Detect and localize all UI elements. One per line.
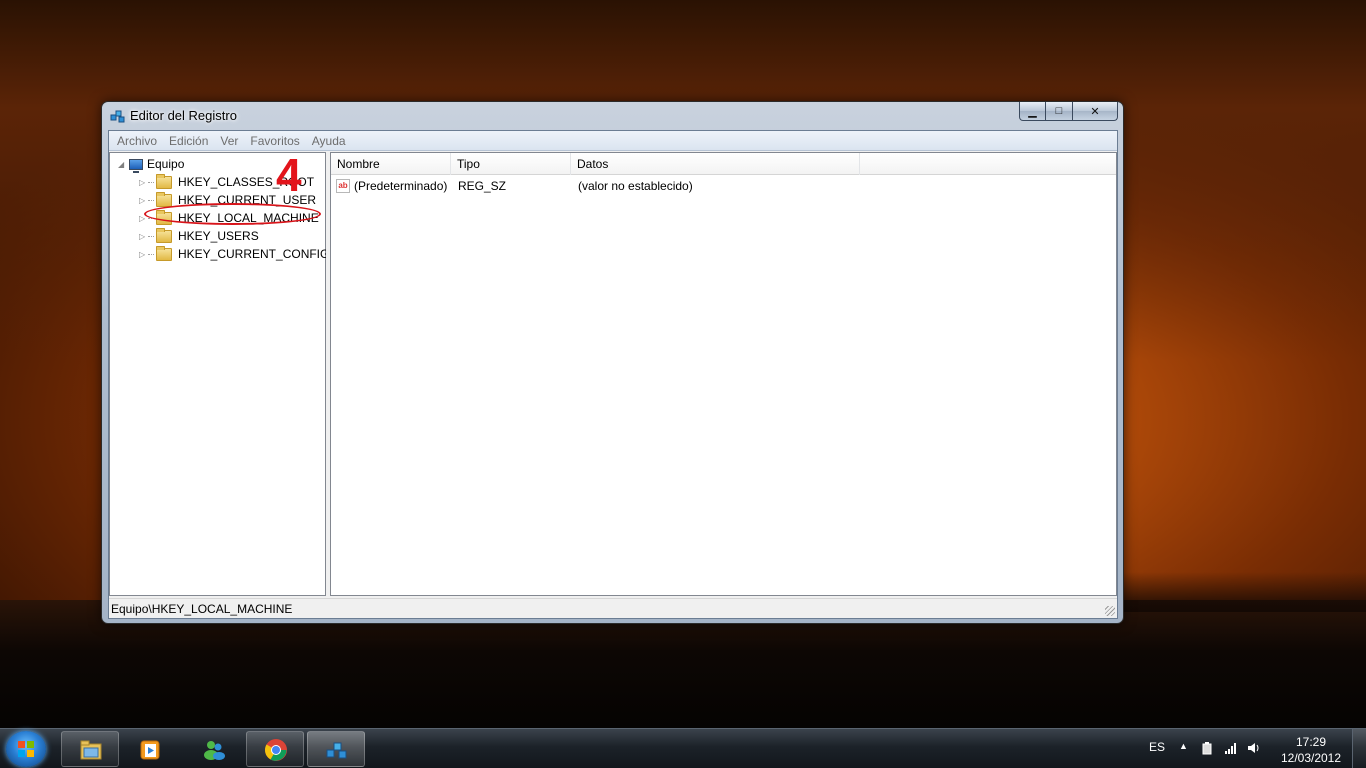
- expand-icon[interactable]: ▷: [139, 178, 148, 187]
- power-icon[interactable]: [1200, 741, 1214, 755]
- clock-time: 17:29: [1295, 735, 1327, 749]
- table-row[interactable]: ab (Predeterminado) REG_SZ (valor no est…: [331, 177, 1116, 195]
- folder-icon: [156, 245, 172, 261]
- computer-icon: [129, 158, 143, 173]
- maximize-button[interactable]: □: [1046, 102, 1073, 121]
- tree-item-label: HKEY_USERS: [178, 229, 259, 243]
- folder-icon: [156, 227, 172, 243]
- column-datos[interactable]: Datos: [571, 153, 860, 175]
- start-button[interactable]: [6, 731, 46, 767]
- window-controls: ▁ □ ✕: [1019, 102, 1118, 122]
- maximize-icon: □: [1055, 105, 1063, 117]
- close-button[interactable]: ✕: [1073, 102, 1118, 121]
- network-signal-icon[interactable]: [1224, 741, 1238, 755]
- menu-bar: Archivo Edición Ver Favoritos Ayuda: [109, 131, 1117, 151]
- show-hidden-icons-icon[interactable]: ▲: [1179, 741, 1188, 768]
- value-data: (valor no establecido): [578, 179, 693, 193]
- tree-item-label: Equipo: [147, 157, 185, 171]
- status-bar: Equipo\HKEY_LOCAL_MACHINE: [109, 598, 1117, 618]
- regedit-icon: [110, 110, 125, 123]
- close-icon: ✕: [1090, 105, 1100, 118]
- resize-grip-icon[interactable]: [1105, 606, 1115, 616]
- file-explorer-icon: [80, 740, 102, 760]
- menu-ver[interactable]: Ver: [214, 134, 244, 148]
- values-list[interactable]: Nombre Tipo Datos ab (Predeterminado) RE…: [330, 152, 1117, 596]
- clock-date: 12/03/2012: [1280, 751, 1342, 765]
- window-title: Editor del Registro: [130, 108, 237, 123]
- tree-connector: [148, 235, 154, 237]
- language-indicator[interactable]: ES: [1149, 740, 1165, 768]
- title-bar[interactable]: Editor del Registro ▁ □ ✕: [102, 102, 1123, 130]
- menu-archivo[interactable]: Archivo: [111, 134, 163, 148]
- column-tipo[interactable]: Tipo: [451, 153, 571, 175]
- regedit-icon: [326, 742, 347, 759]
- windows-logo-icon: [18, 741, 34, 757]
- volume-icon[interactable]: [1247, 741, 1261, 755]
- taskbar: ES ▲ 17:29 12/03/2012: [0, 728, 1366, 768]
- wallpaper-treeline: [1123, 572, 1366, 612]
- tree-connector: [148, 181, 154, 183]
- annotation-step-number: 4: [276, 149, 302, 201]
- annotation-highlight-oval: [144, 203, 321, 225]
- value-type: REG_SZ: [458, 179, 507, 193]
- menu-ayuda[interactable]: Ayuda: [306, 134, 352, 148]
- column-header: Nombre Tipo Datos: [331, 153, 1116, 175]
- taskbar-chrome[interactable]: [246, 731, 304, 767]
- media-player-icon: [140, 740, 160, 760]
- chrome-icon: [265, 739, 287, 761]
- tree-item-label: HKEY_CURRENT_CONFIG: [178, 247, 330, 261]
- tree-connector: [148, 253, 154, 255]
- folder-icon: [156, 173, 172, 189]
- collapse-icon[interactable]: ◢: [118, 160, 127, 169]
- tree-connector: [148, 199, 154, 201]
- registry-editor-window: Editor del Registro ▁ □ ✕ Archivo Edició…: [101, 101, 1124, 624]
- status-path: Equipo\HKEY_LOCAL_MACHINE: [111, 602, 293, 616]
- messenger-icon: [204, 741, 225, 760]
- menu-favoritos[interactable]: Favoritos: [244, 134, 305, 148]
- column-nombre[interactable]: Nombre: [331, 153, 451, 175]
- clock[interactable]: 17:29 12/03/2012: [1280, 734, 1342, 768]
- folder-icon: [156, 191, 172, 207]
- expand-icon[interactable]: ▷: [139, 232, 148, 241]
- taskbar-regedit[interactable]: [307, 731, 365, 767]
- taskbar-messenger[interactable]: [184, 731, 242, 767]
- tree-item-equipo[interactable]: ◢ Equipo: [118, 155, 184, 173]
- expand-icon[interactable]: ▷: [139, 196, 148, 205]
- minimize-icon: ▁: [1028, 105, 1037, 118]
- minimize-button[interactable]: ▁: [1019, 102, 1046, 121]
- string-value-icon: ab: [336, 179, 350, 193]
- expand-icon[interactable]: ▷: [139, 250, 148, 259]
- tree-item-hkey-current-config[interactable]: ▷ HKEY_CURRENT_CONFIG: [139, 245, 329, 263]
- taskbar-media-player[interactable]: [120, 731, 178, 767]
- taskbar-explorer[interactable]: [61, 731, 119, 767]
- value-name: (Predeterminado): [354, 179, 448, 193]
- show-desktop-button[interactable]: [1352, 729, 1366, 768]
- tree-item-hkey-users[interactable]: ▷ HKEY_USERS: [139, 227, 259, 245]
- menu-edicion[interactable]: Edición: [163, 134, 214, 148]
